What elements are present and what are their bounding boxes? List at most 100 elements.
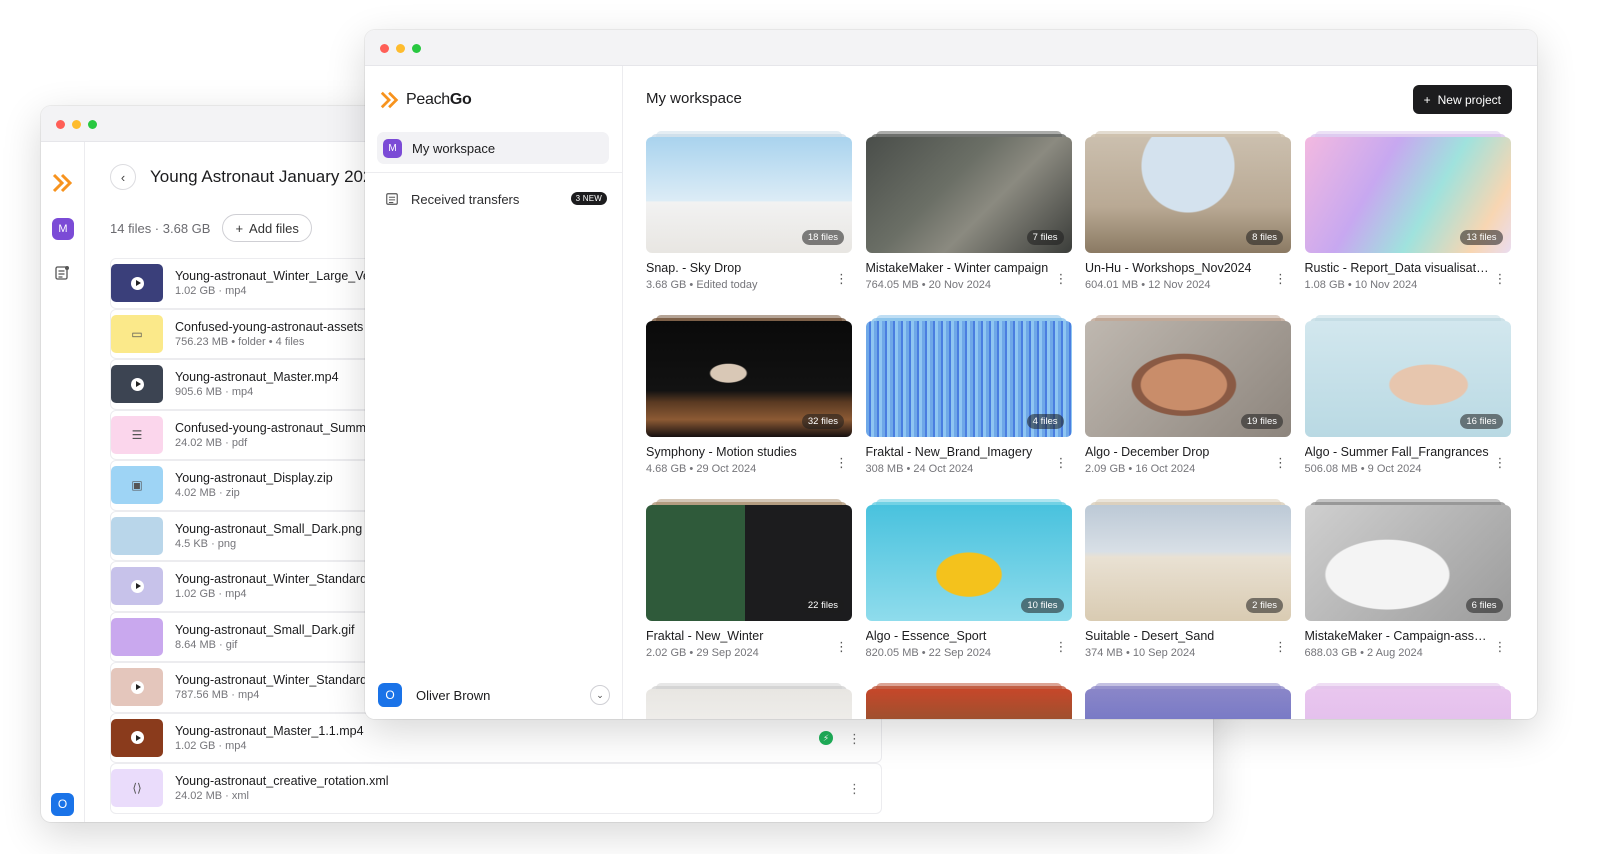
file-thumbnail (111, 668, 163, 707)
project-card[interactable] (646, 683, 852, 719)
file-count-badge: 32 files (801, 414, 844, 429)
chevron-down-icon[interactable]: ⌄ (590, 685, 610, 705)
project-card[interactable]: 32 files Symphony - Motion studies 4.68 GB… (646, 315, 852, 499)
project-thumbnail: 13 files (1304, 137, 1511, 253)
user-menu[interactable]: O Oliver Brown ⌄ (378, 683, 610, 707)
file-count-badge: 6 files (1465, 598, 1503, 613)
project-thumbnail: 2 files (1085, 505, 1291, 621)
play-icon (130, 731, 144, 745)
file-info: Young-astronaut_Small_Dark.gif 8.64 MB · … (175, 623, 355, 651)
project-card[interactable]: 10 files Algo - Essence_Sport 820.05 MB • … (865, 499, 1072, 683)
brand-name: PeachGo (406, 91, 472, 108)
file-name: Young-astronaut_Display.zip (175, 471, 333, 486)
icon-rail: M O (41, 142, 85, 822)
project-meta: 14 files · 3.68 GB + Add files (110, 214, 312, 242)
project-meta: 820.05 MB • 22 Sep 2024 (865, 647, 992, 659)
project-card[interactable]: 4 files Fraktal - New_Brand_Imagery 308 MB… (865, 315, 1072, 499)
transfers-icon[interactable] (54, 265, 70, 281)
project-title: Fraktal - New_Brand_Imagery (865, 445, 1033, 459)
add-files-button[interactable]: + Add files (222, 214, 312, 242)
workspace-avatar[interactable]: M (48, 214, 78, 244)
more-options-icon[interactable]: ⋮ (835, 639, 848, 655)
user-name: Oliver Brown (416, 687, 491, 703)
file-thumbnail (111, 516, 163, 555)
more-options-icon[interactable]: ⋮ (848, 781, 861, 797)
project-card[interactable]: 18 files Snap. - Sky Drop 3.68 GB • Edited… (646, 131, 852, 315)
file-info: Confused-young-astronaut_Summ 24.02 MB · … (175, 421, 366, 449)
project-title: Algo - December Drop (1085, 445, 1210, 459)
more-options-icon[interactable]: ⋮ (1494, 455, 1507, 471)
document-icon: ☰ (131, 427, 143, 442)
file-name: Confused-young-astronaut-assets (175, 319, 364, 334)
minimize-window-button[interactable] (72, 120, 81, 129)
project-card[interactable] (1085, 683, 1291, 719)
more-options-icon[interactable]: ⋮ (1274, 639, 1287, 655)
project-meta: 308 MB • 24 Oct 2024 (865, 463, 974, 475)
project-card[interactable] (865, 683, 1072, 719)
more-options-icon[interactable]: ⋮ (1274, 455, 1287, 471)
file-meta: 787.56 MB · mp4 (175, 689, 260, 702)
file-info: Young-astronaut_Master.mp4 905.6 MB · mp4 (175, 370, 339, 398)
new-transfers-badge: 3 NEW (570, 192, 607, 205)
file-meta: 1.02 GB · mp4 (175, 588, 247, 601)
project-card[interactable]: 8 files Un-Hu - Workshops_Nov2024 604.01 M… (1085, 131, 1291, 315)
file-name: Young-astronaut_Master_1.1.mp4 (175, 723, 364, 738)
more-options-icon[interactable]: ⋮ (835, 271, 848, 287)
more-options-icon[interactable]: ⋮ (1494, 271, 1507, 287)
more-options-icon[interactable]: ⋮ (1055, 271, 1068, 287)
more-options-icon[interactable]: ⋮ (835, 455, 848, 471)
maximize-window-button[interactable] (88, 120, 97, 129)
file-info: Young-astronaut_Display.zip 4.02 MB · zip (175, 471, 333, 499)
more-options-icon[interactable]: ⋮ (1055, 455, 1068, 471)
project-thumbnail: 16 files (1304, 321, 1511, 437)
window-titlebar (365, 30, 1537, 66)
sidebar-item-received-transfers[interactable]: Received transfers 3 NEW (385, 188, 607, 210)
project-thumbnail: 19 files (1085, 321, 1291, 437)
more-options-icon[interactable]: ⋮ (848, 731, 861, 747)
file-row[interactable]: ⟨⟩ Young-astronaut_creative_rotation.xml 2… (110, 763, 882, 814)
project-card[interactable]: 13 files Rustic - Report_Data visualisati… (1304, 131, 1511, 315)
project-card[interactable]: 6 files MistakeMaker - Campaign-assets 688… (1304, 499, 1511, 683)
project-card[interactable]: 7 files MistakeMaker - Winter campaign 764… (865, 131, 1072, 315)
transfers-icon (386, 193, 398, 205)
more-options-icon[interactable]: ⋮ (1494, 639, 1507, 655)
project-thumbnail (1304, 689, 1511, 719)
project-card[interactable]: 19 files Algo - December Drop 2.09 GB • 16… (1085, 315, 1291, 499)
close-window-button[interactable] (56, 120, 65, 129)
project-card[interactable] (1304, 683, 1511, 719)
project-card[interactable]: 2 files Suitable - Desert_Sand 374 MB • 10… (1085, 499, 1291, 683)
project-grid: 18 files Snap. - Sky Drop 3.68 GB • Edited… (646, 131, 1512, 719)
file-row[interactable]: Young-astronaut_Master_1.1.mp4 1.02 GB · … (110, 712, 882, 763)
new-project-button[interactable]: + New project (1412, 85, 1512, 114)
project-card[interactable]: 16 files Algo - Summer Fall_Frangrances 50… (1304, 315, 1511, 499)
project-title: Fraktal - New_Winter (646, 629, 764, 643)
lightning-icon: ⚡ (819, 730, 833, 745)
archive-icon: ▣ (131, 478, 143, 493)
sidebar-item-my-workspace[interactable]: M My workspace (377, 132, 609, 164)
peachgo-logo-icon[interactable] (52, 172, 74, 194)
add-files-label: Add files (249, 220, 299, 236)
user-avatar[interactable]: O (51, 793, 74, 816)
project-title: Snap. - Sky Drop (646, 261, 742, 275)
back-button[interactable]: ‹ (110, 164, 136, 190)
file-meta: 1.02 GB · mp4 (175, 285, 247, 298)
project-meta: 3.68 GB • Edited today (646, 279, 758, 291)
file-info: Young-astronaut_creative_rotation.xml 24.… (175, 774, 389, 802)
maximize-window-button[interactable] (412, 44, 421, 53)
project-title: Algo - Summer Fall_Frangrances (1304, 445, 1489, 459)
file-thumbnail (111, 264, 163, 303)
project-meta: 688.03 GB • 2 Aug 2024 (1304, 647, 1423, 659)
minimize-window-button[interactable] (396, 44, 405, 53)
close-window-button[interactable] (380, 44, 389, 53)
file-thumbnail (111, 718, 163, 757)
project-header: ‹ Young Astronaut January 2025 ✎ (110, 164, 408, 190)
file-info: Young-astronaut_Small_Dark.png 4.5 KB · p… (175, 522, 362, 550)
file-thumbnail (111, 365, 163, 404)
brand-logo[interactable]: PeachGo (380, 90, 472, 110)
project-card[interactable]: 22 files Fraktal - New_Winter 2.02 GB • 29… (646, 499, 852, 683)
file-count-badge: 8 files (1246, 230, 1283, 245)
more-options-icon[interactable]: ⋮ (1274, 271, 1287, 287)
more-options-icon[interactable]: ⋮ (1055, 639, 1068, 655)
file-count-badge: 2 files (1246, 598, 1283, 613)
file-name: Young-astronaut_Small_Dark.png (175, 521, 363, 536)
